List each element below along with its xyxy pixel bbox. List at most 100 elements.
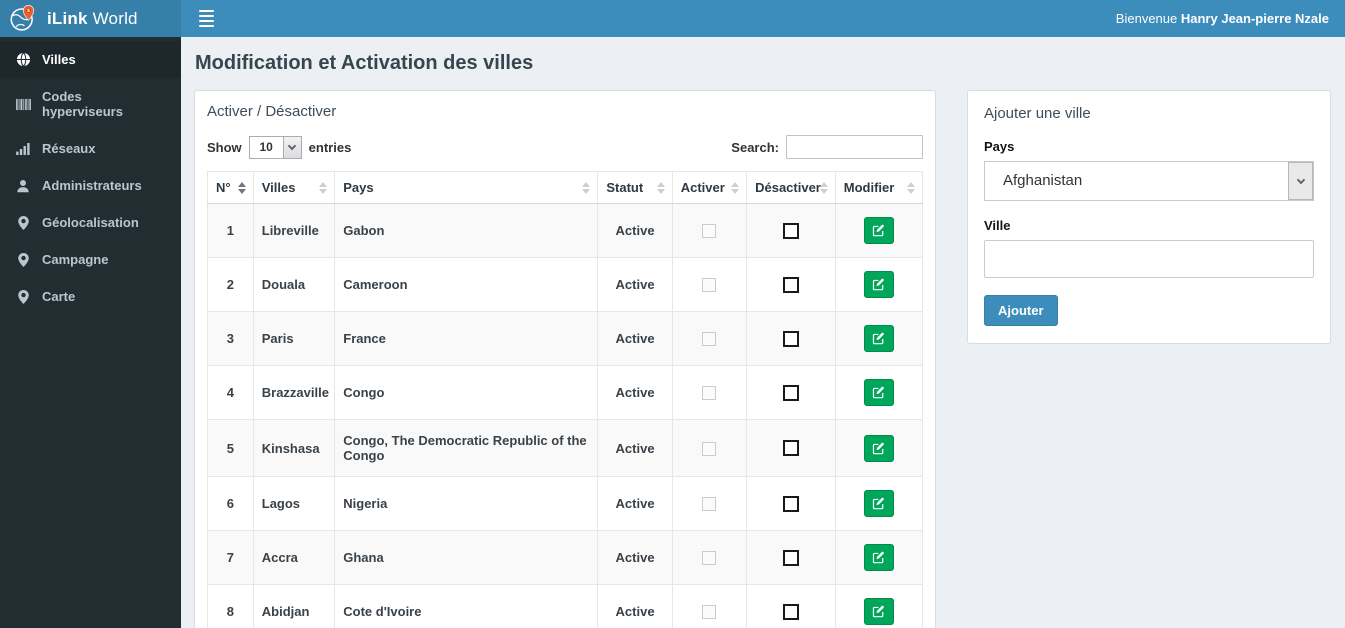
sidebar-toggle-hamburger-icon[interactable] bbox=[197, 6, 216, 31]
modifier-cell bbox=[834, 311, 924, 366]
navbar: Bienvenue Hanry Jean-pierre Nzale bbox=[181, 0, 1345, 37]
map-marker-icon bbox=[15, 252, 31, 267]
edit-icon bbox=[873, 605, 885, 618]
search-control: Search: bbox=[731, 135, 923, 159]
pays-cell: Cote d'Ivoire bbox=[334, 584, 599, 628]
page-length-control: Show 10 entries bbox=[207, 135, 352, 159]
cities-table-panel: Activer / Désactiver Show 10 entries Sea… bbox=[194, 90, 936, 628]
edit-button[interactable] bbox=[863, 217, 894, 244]
page-length-select[interactable]: 10 bbox=[248, 135, 302, 159]
column-header-pays[interactable]: Pays bbox=[334, 171, 599, 204]
barcode-icon bbox=[15, 98, 31, 111]
row-number-cell: 8 bbox=[207, 584, 254, 628]
desactiver-cell bbox=[746, 419, 836, 477]
ville-cell: Accra bbox=[252, 530, 336, 585]
activer-cell bbox=[671, 584, 748, 628]
sidebar-item-reseaux[interactable]: Réseaux bbox=[0, 130, 181, 167]
pays-cell: Cameroon bbox=[334, 257, 599, 312]
desactiver-checkbox[interactable] bbox=[782, 222, 799, 239]
entries-label: entries bbox=[308, 139, 352, 155]
desactiver-checkbox[interactable] bbox=[782, 330, 799, 347]
edit-button[interactable] bbox=[863, 490, 894, 517]
desactiver-checkbox[interactable] bbox=[782, 495, 799, 512]
column-header-activer[interactable]: Activer bbox=[671, 171, 748, 204]
statut-cell: Active bbox=[597, 257, 673, 312]
globe-icon bbox=[15, 52, 31, 67]
table-row: 4 Brazzaville Congo Active bbox=[207, 365, 924, 420]
edit-icon bbox=[873, 551, 885, 564]
desactiver-checkbox[interactable] bbox=[782, 440, 799, 457]
edit-button[interactable] bbox=[863, 434, 894, 462]
sidebar-item-label: Villes bbox=[42, 52, 76, 67]
desactiver-checkbox[interactable] bbox=[782, 549, 799, 566]
sidebar-item-geolocalisation[interactable]: Géolocalisation bbox=[0, 204, 181, 241]
sidebar-item-carte[interactable]: Carte bbox=[0, 278, 181, 315]
modifier-cell bbox=[834, 419, 924, 477]
table-row: 5 Kinshasa Congo, The Democratic Republic … bbox=[207, 419, 924, 477]
edit-icon bbox=[873, 332, 885, 345]
table-body: 1 Libreville Gabon Active 2 Douala Cameroon Act… bbox=[207, 203, 924, 628]
app-logo-globe-pin-icon: $ bbox=[9, 4, 38, 33]
sidebar-item-label: Campagne bbox=[42, 252, 109, 267]
activer-checkbox bbox=[702, 278, 717, 293]
desactiver-checkbox[interactable] bbox=[782, 276, 799, 293]
pays-cell: Ghana bbox=[334, 530, 599, 585]
sidebar-item-villes[interactable]: Villes bbox=[0, 41, 181, 78]
activer-cell bbox=[671, 311, 748, 366]
modifier-cell bbox=[834, 476, 924, 531]
table-row: 8 Abidjan Cote d'Ivoire Active bbox=[207, 584, 924, 628]
activer-cell bbox=[671, 365, 748, 420]
column-header-desactiver[interactable]: Désactiver bbox=[746, 171, 836, 204]
search-label: Search: bbox=[731, 139, 779, 155]
ajouter-button[interactable]: Ajouter bbox=[984, 295, 1058, 326]
edit-icon bbox=[873, 497, 885, 510]
table-row: 2 Douala Cameroon Active bbox=[207, 257, 924, 312]
edit-button[interactable] bbox=[863, 598, 894, 625]
map-marker-icon bbox=[15, 289, 31, 304]
edit-button[interactable] bbox=[863, 544, 894, 571]
cities-table: N° Villes Pays Statut Activer Désactiver… bbox=[207, 171, 924, 628]
brand[interactable]: $ iLink World bbox=[0, 0, 181, 37]
pays-label: Pays bbox=[984, 139, 1015, 154]
statut-cell: Active bbox=[597, 476, 673, 531]
column-header-numero[interactable]: N° bbox=[207, 171, 254, 204]
column-header-statut[interactable]: Statut bbox=[597, 171, 673, 204]
column-header-villes[interactable]: Villes bbox=[252, 171, 336, 204]
ville-cell: Libreville bbox=[252, 203, 336, 258]
desactiver-cell bbox=[746, 476, 836, 531]
chevron-down-icon bbox=[1288, 162, 1313, 200]
edit-icon bbox=[873, 386, 885, 399]
edit-button[interactable] bbox=[863, 325, 894, 352]
statut-cell: Active bbox=[597, 530, 673, 585]
column-header-modifier[interactable]: Modifier bbox=[834, 171, 924, 204]
activer-checkbox bbox=[702, 386, 717, 401]
ville-input[interactable] bbox=[984, 240, 1314, 278]
activer-checkbox bbox=[702, 224, 717, 239]
add-city-panel: Ajouter une ville Pays Afghanistan Ville… bbox=[967, 90, 1331, 344]
search-input[interactable] bbox=[786, 135, 923, 159]
sidebar-item-administrateurs[interactable]: Administrateurs bbox=[0, 167, 181, 204]
activer-cell bbox=[671, 419, 748, 477]
desactiver-checkbox[interactable] bbox=[782, 603, 799, 620]
edit-button[interactable] bbox=[863, 379, 894, 406]
sort-icon bbox=[582, 181, 591, 194]
modifier-cell bbox=[834, 530, 924, 585]
table-row: 6 Lagos Nigeria Active bbox=[207, 476, 924, 531]
pays-select[interactable]: Afghanistan bbox=[984, 161, 1314, 201]
table-row: 7 Accra Ghana Active bbox=[207, 530, 924, 585]
modifier-cell bbox=[834, 365, 924, 420]
show-label: Show bbox=[207, 139, 242, 155]
sidebar-item-codes-hyperviseurs[interactable]: Codes hyperviseurs bbox=[0, 78, 181, 130]
row-number-cell: 3 bbox=[207, 311, 254, 366]
sidebar-item-campagne[interactable]: Campagne bbox=[0, 241, 181, 278]
app-title: iLink World bbox=[47, 8, 138, 28]
table-row: 3 Paris France Active bbox=[207, 311, 924, 366]
ville-cell: Brazzaville bbox=[252, 365, 336, 420]
activer-cell bbox=[671, 530, 748, 585]
user-icon bbox=[15, 179, 31, 193]
desactiver-cell bbox=[746, 203, 836, 258]
table-row: 1 Libreville Gabon Active bbox=[207, 203, 924, 258]
edit-button[interactable] bbox=[863, 271, 894, 298]
sidebar: Villes Codes hyperviseurs Réseaux Admini… bbox=[0, 37, 181, 628]
desactiver-checkbox[interactable] bbox=[782, 384, 799, 401]
